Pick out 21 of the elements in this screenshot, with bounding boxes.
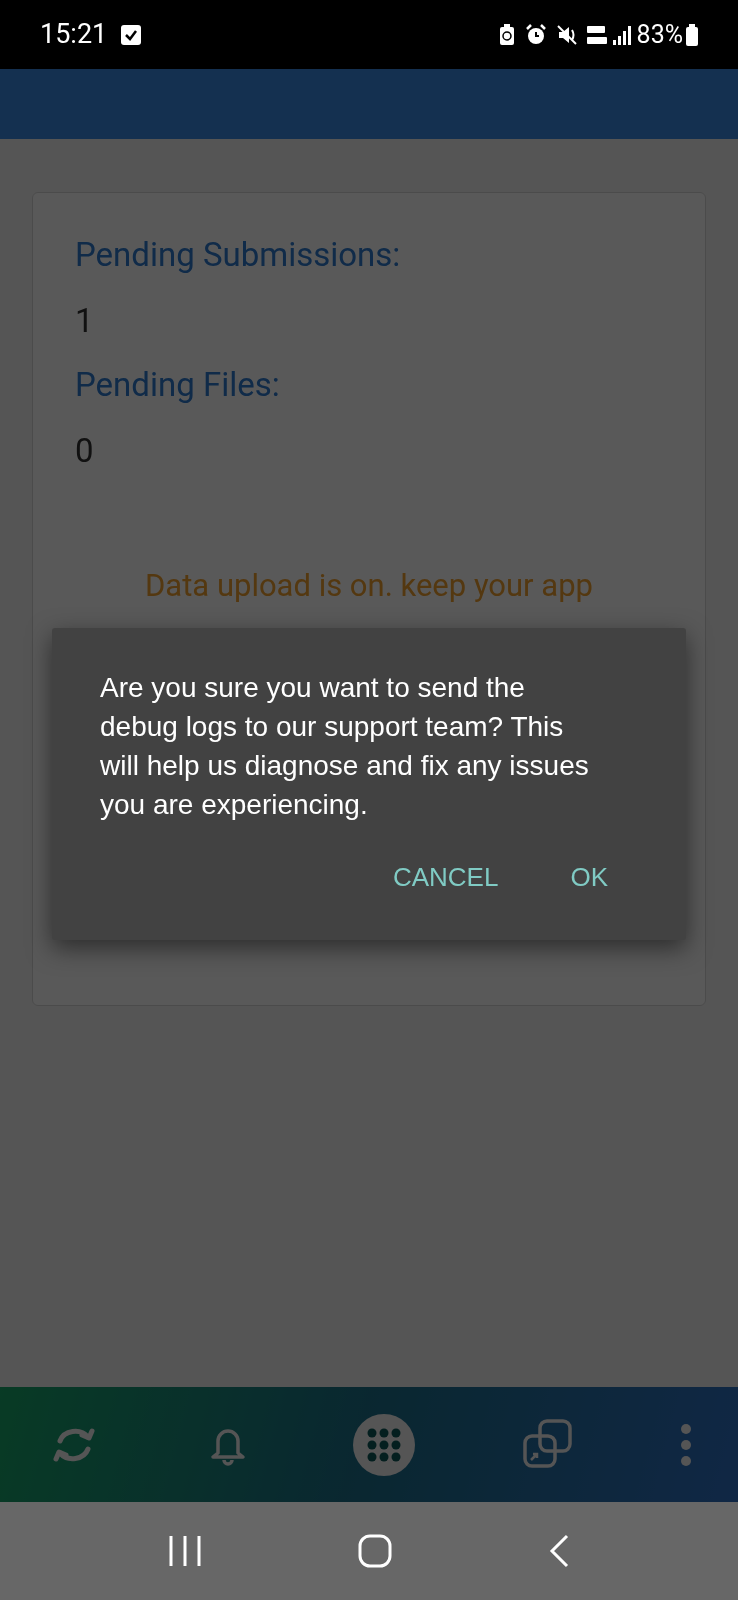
field-value: 0 — [75, 430, 95, 472]
home-icon[interactable] — [358, 1534, 392, 1568]
battery-icon — [686, 23, 698, 46]
mute-icon — [556, 23, 579, 46]
upload-notice: Data upload is on. keep your app — [144, 566, 594, 606]
battery-saver-icon — [498, 23, 515, 46]
more-icon — [680, 1422, 692, 1467]
back-icon[interactable] — [548, 1534, 570, 1568]
nav-tab[interactable] — [680, 1422, 692, 1467]
dialog-button[interactable]: CANCEL — [386, 854, 505, 901]
recent-apps-icon[interactable] — [168, 1535, 202, 1567]
signal-icon — [612, 24, 631, 45]
field-value: 1 — [75, 300, 95, 342]
dialog-message: Are you sure you want to send the debug logs to our support team? This will help us diagnose and fix any issues you are experiencing. — [100, 671, 590, 822]
alarm-icon — [524, 23, 547, 46]
clock-time: 15:21 — [40, 17, 108, 53]
field-label: Pending Submissions: — [75, 234, 402, 276]
battery-percent: 83% — [636, 18, 683, 51]
check-notification-icon — [121, 24, 142, 45]
field-label: Pending Files: — [75, 364, 281, 406]
dialog-button[interactable]: OK — [564, 854, 614, 901]
